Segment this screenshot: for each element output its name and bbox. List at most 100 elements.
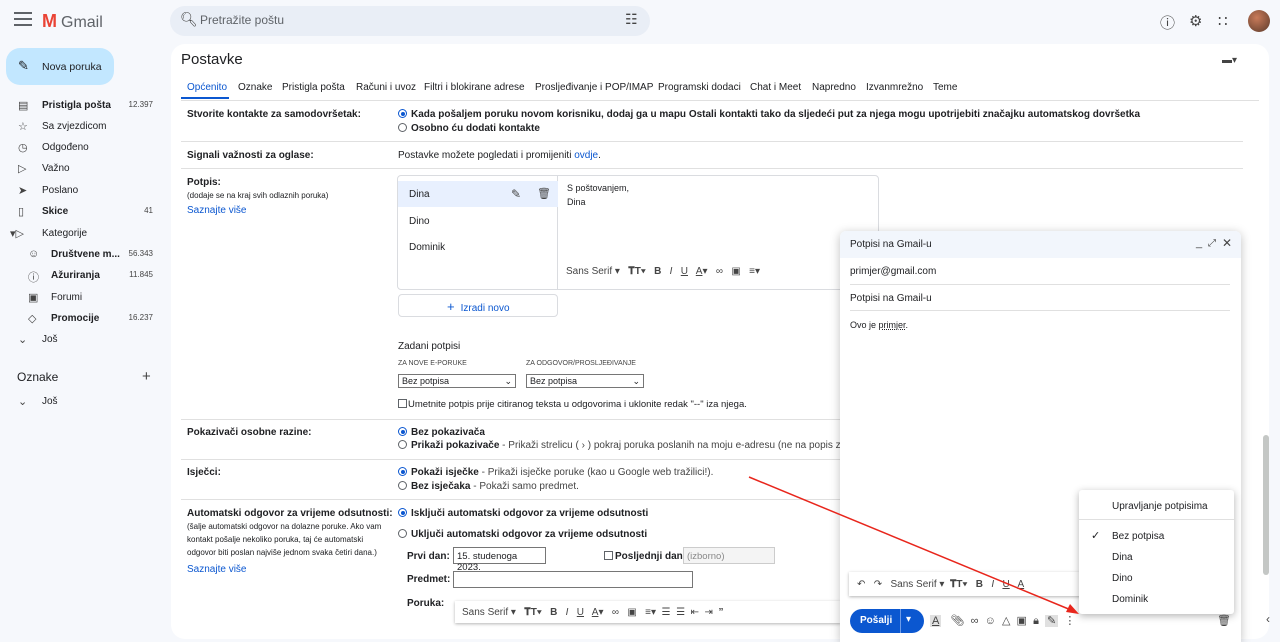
indent-more-icon[interactable]: ⇥: [705, 607, 713, 618]
formatting-icon[interactable]: A: [930, 615, 942, 627]
menu-item-dino[interactable]: Dino: [1112, 573, 1133, 584]
sidebar-item-social[interactable]: ☺ Društvene m... 56.343: [0, 245, 165, 266]
drive-icon[interactable]: △: [1002, 615, 1010, 627]
signature-body-line2[interactable]: Dina: [567, 197, 586, 207]
redo-icon[interactable]: ↷: [874, 579, 882, 590]
tab-labels[interactable]: Oznake: [238, 82, 272, 93]
text-size-icon[interactable]: 𝐓T▾: [524, 607, 541, 618]
sidebar-item-categories[interactable]: ▾▷ Kategorije: [0, 224, 165, 245]
sidebar-item-promotions[interactable]: ◇ Promocije 16.237: [0, 309, 165, 330]
image-icon[interactable]: ▣: [731, 266, 740, 277]
tab-filters[interactable]: Filtri i blokirane adrese: [424, 82, 525, 93]
tab-general[interactable]: Općenito: [187, 82, 227, 93]
signature-item-dina[interactable]: Dina: [409, 189, 430, 200]
sidebar-item-more[interactable]: ⌄ Još: [0, 330, 165, 351]
discard-draft-icon[interactable]: 🗑︎: [1217, 614, 1231, 627]
indicators-option-1[interactable]: Bez pokazivača: [398, 427, 485, 438]
radio-selected[interactable]: [398, 467, 407, 476]
avatar[interactable]: [1248, 10, 1270, 32]
compose-body[interactable]: Ovo je primjer.: [850, 320, 908, 330]
sidebar-item-starred[interactable]: ☆ Sa zvjezdicom: [0, 117, 165, 138]
tab-offline[interactable]: Izvanmrežno: [866, 82, 923, 93]
delete-icon[interactable]: 🗑︎: [537, 187, 551, 200]
vacation-learn-more[interactable]: Saznajte više: [187, 564, 246, 575]
radio-selected[interactable]: [398, 109, 407, 118]
sidebar-item-sent[interactable]: ➤ Poslano: [0, 181, 165, 202]
side-panel-toggle-icon[interactable]: ‹: [1266, 612, 1270, 626]
italic-icon[interactable]: I: [566, 607, 569, 618]
italic-icon[interactable]: I: [670, 266, 673, 277]
sidebar-item-updates[interactable]: ⓘ Ažuriranja 11.845: [0, 266, 165, 287]
tab-themes[interactable]: Teme: [933, 82, 957, 93]
link-icon[interactable]: ∞: [716, 266, 723, 277]
radio[interactable]: [398, 440, 407, 449]
scrollbar[interactable]: [1263, 435, 1269, 575]
signature-pen-icon[interactable]: ✎: [1045, 615, 1059, 627]
apps-grid-icon[interactable]: ∷: [1218, 12, 1228, 30]
emoji-icon[interactable]: ☺: [985, 615, 996, 627]
recipient-field[interactable]: primjer@gmail.com: [850, 266, 936, 277]
vacation-on-option[interactable]: Uključi automatski odgovor za vrijeme od…: [398, 529, 647, 540]
signature-body-line1[interactable]: S poštovanjem,: [567, 183, 629, 193]
sidebar-item-inbox[interactable]: ▤ Pristigla pošta 12.397: [0, 96, 165, 117]
minimize-icon[interactable]: _: [1196, 237, 1202, 249]
radio[interactable]: [398, 529, 407, 538]
subject-input[interactable]: [453, 571, 693, 588]
photo-icon[interactable]: ▣: [1017, 615, 1027, 627]
underline-icon[interactable]: U: [681, 266, 688, 277]
vacation-off-option[interactable]: Isključi automatski odgovor za vrijeme o…: [398, 508, 648, 519]
align-icon[interactable]: ≡▾: [645, 607, 656, 618]
bulleted-list-icon[interactable]: ☰: [676, 607, 685, 618]
first-day-input[interactable]: 15. studenoga 2023.: [453, 547, 546, 573]
more-options-icon[interactable]: ⋮: [1064, 615, 1075, 627]
send-options-icon[interactable]: ▾: [906, 614, 911, 625]
text-color-icon[interactable]: A: [1017, 579, 1024, 590]
radio[interactable]: [398, 481, 407, 490]
last-day-input[interactable]: (izborno): [683, 547, 775, 564]
radio-selected[interactable]: [398, 508, 407, 517]
subject-field[interactable]: Potpisi na Gmail-u: [850, 293, 932, 304]
tab-forwarding[interactable]: Prosljeđivanje i POP/IMAP: [535, 82, 653, 93]
link-icon[interactable]: ∞: [971, 615, 979, 627]
align-icon[interactable]: ≡▾: [749, 266, 760, 277]
labels-more[interactable]: ⌄ Još: [0, 392, 165, 413]
checkbox[interactable]: [604, 551, 613, 560]
indicators-option-2[interactable]: Prikaži pokazivače - Prikaži strelicu ( …: [398, 440, 840, 451]
edit-icon[interactable]: ✎: [511, 187, 521, 201]
indent-less-icon[interactable]: ⇤: [691, 607, 699, 618]
settings-gear-icon[interactable]: ⚙: [1189, 12, 1202, 30]
help-icon[interactable]: ⓘ: [1160, 12, 1175, 33]
tab-advanced[interactable]: Napredno: [812, 82, 856, 93]
fullscreen-icon[interactable]: ⤢: [1208, 238, 1216, 249]
text-color-icon[interactable]: A: [592, 607, 599, 618]
menu-item-dina[interactable]: Dina: [1112, 552, 1133, 563]
image-icon[interactable]: ▣: [627, 607, 636, 618]
link-icon[interactable]: ∞: [612, 607, 619, 618]
new-mail-signature-select[interactable]: Bez potpisa ⌄: [398, 374, 516, 388]
snippets-option-2[interactable]: Bez isječaka - Pokaži samo predmet.: [398, 481, 579, 492]
sidebar-item-drafts[interactable]: ▯ Skice 41: [0, 202, 165, 223]
checkbox[interactable]: [398, 399, 407, 408]
undo-icon[interactable]: ↶: [857, 579, 865, 590]
search-input[interactable]: Pretražite poštu: [200, 13, 284, 27]
tab-accounts[interactable]: Računi i uvoz: [356, 82, 416, 93]
search-icon[interactable]: 🔍︎: [180, 11, 198, 28]
signature-item-dino[interactable]: Dino: [409, 216, 430, 227]
quote-icon[interactable]: ”: [719, 607, 724, 618]
font-select[interactable]: Sans Serif: [462, 607, 508, 618]
add-label-icon[interactable]: +: [142, 368, 151, 385]
underline-icon[interactable]: U: [577, 607, 584, 618]
radio[interactable]: [398, 123, 407, 132]
last-day-checkbox[interactable]: Posljednji dan:: [604, 551, 686, 562]
density-icon[interactable]: ▬▾: [1222, 55, 1237, 66]
autocomplete-option-1[interactable]: Kada pošaljem poruku novom korisniku, do…: [398, 109, 1140, 120]
bold-icon[interactable]: B: [654, 266, 661, 277]
text-size-icon[interactable]: 𝐓T▾: [628, 266, 645, 277]
gmail-logo[interactable]: M Gmail: [42, 11, 103, 32]
search-options-icon[interactable]: ☷: [625, 11, 638, 28]
bold-icon[interactable]: B: [976, 579, 983, 590]
snippets-option-1[interactable]: Pokaži isječke - Prikaži isječke poruke …: [398, 467, 713, 478]
sidebar-item-forums[interactable]: ▣ Forumi: [0, 288, 165, 309]
menu-item-dominik[interactable]: Dominik: [1112, 594, 1148, 605]
reply-signature-select[interactable]: Bez potpisa ⌄: [526, 374, 644, 388]
